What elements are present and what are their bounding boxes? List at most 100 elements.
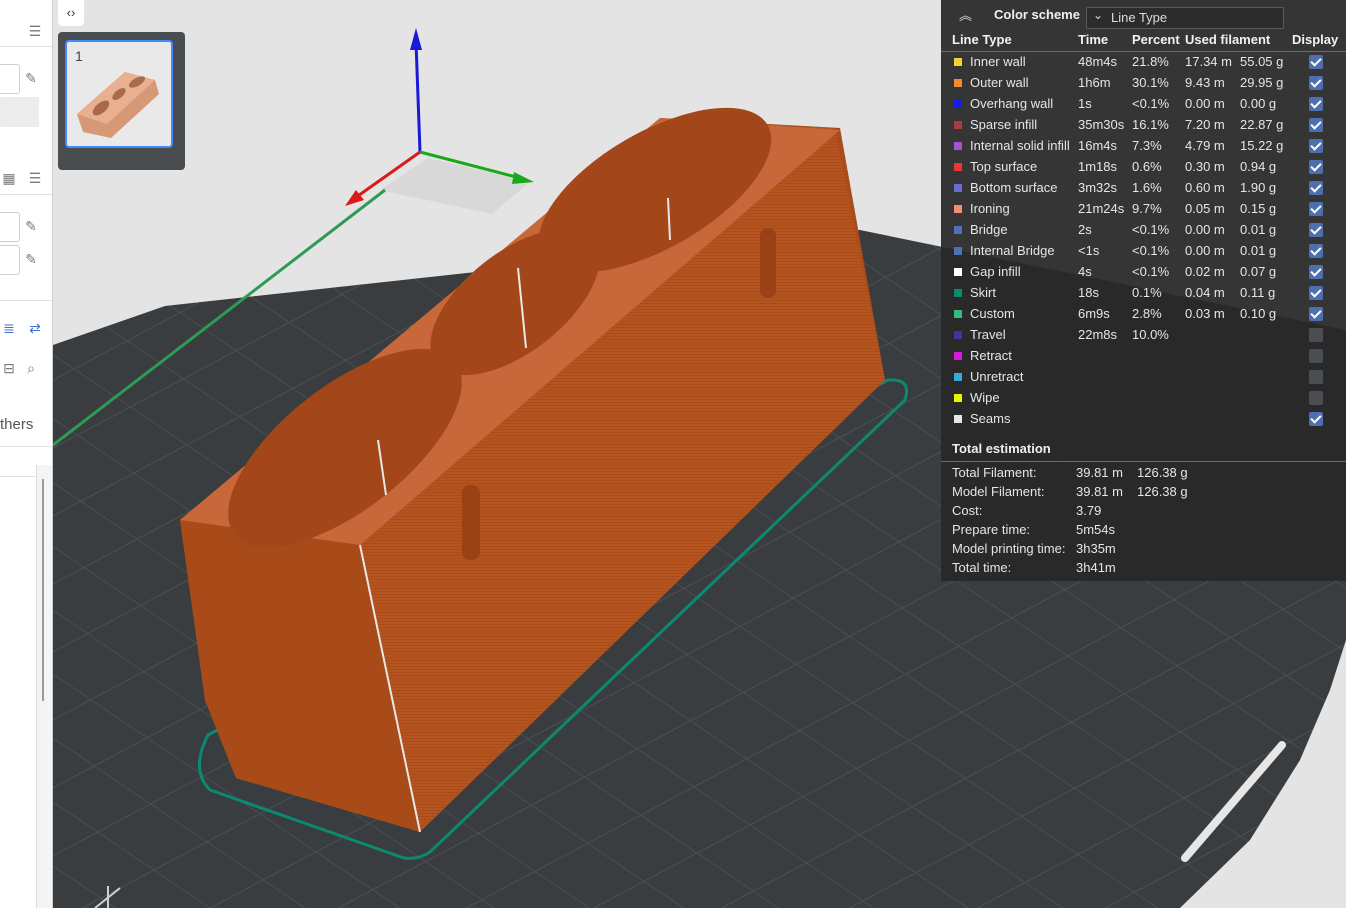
total-row: Cost: 3.79 xyxy=(952,503,1332,522)
line-type-name: Outer wall xyxy=(970,75,1029,90)
percent-value: 9.7% xyxy=(1132,201,1162,216)
search-icon[interactable]: ⌕ xyxy=(22,360,40,376)
percent-value: 7.3% xyxy=(1132,138,1162,153)
total-value: 3h41m xyxy=(1076,560,1116,575)
time-value: 4s xyxy=(1078,264,1092,279)
display-checkbox[interactable] xyxy=(1309,118,1323,132)
display-checkbox[interactable] xyxy=(1309,265,1323,279)
edit-icon[interactable]: ✎ xyxy=(22,218,40,234)
hook-feature xyxy=(760,228,776,298)
time-value: 18s xyxy=(1078,285,1099,300)
display-checkbox[interactable] xyxy=(1309,307,1323,321)
sidebar-scrollbar[interactable] xyxy=(36,465,52,908)
legend-row: Bottom surface 3m32s 1.6% 0.60 m 1.90 g xyxy=(941,178,1346,199)
legend-color-swatch xyxy=(954,184,962,192)
legend-row: Bridge 2s <0.1% 0.00 m 0.01 g xyxy=(941,220,1346,241)
length-value: 0.00 m xyxy=(1185,96,1225,111)
display-checkbox[interactable] xyxy=(1309,412,1323,426)
divider xyxy=(0,194,52,195)
collapse-legend-icon[interactable]: ︽ xyxy=(959,5,972,24)
length-value: 17.34 m xyxy=(1185,54,1232,69)
column-header-time: Time xyxy=(1078,32,1109,47)
legend-color-swatch xyxy=(954,247,962,255)
weight-value: 55.05 g xyxy=(1240,54,1284,69)
color-scheme-select[interactable]: ⌄ Line Type xyxy=(1086,7,1284,29)
length-value: 0.04 m xyxy=(1185,285,1225,300)
tab-others-label[interactable]: thers xyxy=(0,416,33,433)
length-value: 0.00 m xyxy=(1185,243,1225,258)
legend-color-swatch xyxy=(954,352,962,360)
legend-row: Gap infill 4s <0.1% 0.02 m 0.07 g xyxy=(941,262,1346,283)
time-value: 35m30s xyxy=(1078,117,1125,132)
column-header-used-filament: Used filament xyxy=(1185,32,1271,47)
display-checkbox[interactable] xyxy=(1309,349,1323,363)
calendar-settings-icon[interactable]: ▦ xyxy=(0,170,18,186)
line-type-name: Seams xyxy=(970,411,1011,426)
legend-color-swatch xyxy=(954,415,962,423)
setting-field[interactable] xyxy=(0,64,20,94)
legend-row: Retract xyxy=(941,346,1346,367)
line-type-name: Gap infill xyxy=(970,264,1021,279)
total-value: 39.81 m xyxy=(1076,465,1123,480)
time-value: 3m32s xyxy=(1078,180,1118,195)
line-type-name: Retract xyxy=(970,348,1012,363)
length-value: 4.79 m xyxy=(1185,138,1225,153)
legend-color-swatch xyxy=(954,142,962,150)
line-type-name: Ironing xyxy=(970,201,1010,216)
legend-color-swatch xyxy=(954,268,962,276)
left-sidebar: ☰ ✎ ▦ ☰ ✎ ✎ ≣ ⇄ ⊟ ⌕ thers xyxy=(0,0,53,908)
edit-icon[interactable]: ✎ xyxy=(22,251,40,267)
display-checkbox[interactable] xyxy=(1309,223,1323,237)
legend-color-swatch xyxy=(954,331,962,339)
display-checkbox[interactable] xyxy=(1309,244,1323,258)
plate-preview-image xyxy=(77,72,159,138)
display-checkbox[interactable] xyxy=(1309,55,1323,69)
collapse-icon[interactable]: ⊟ xyxy=(0,360,18,376)
display-checkbox[interactable] xyxy=(1309,139,1323,153)
list-icon[interactable]: ≣ xyxy=(0,320,18,336)
collapse-sidebar-button[interactable]: ‹› xyxy=(58,0,84,26)
legend-color-swatch xyxy=(954,394,962,402)
edit-icon[interactable]: ✎ xyxy=(22,70,40,86)
length-value: 0.05 m xyxy=(1185,201,1225,216)
time-value: 16m4s xyxy=(1078,138,1118,153)
settings-sliders-icon[interactable]: ☰ xyxy=(26,23,44,39)
percent-value: 0.1% xyxy=(1132,285,1162,300)
display-checkbox[interactable] xyxy=(1309,181,1323,195)
total-value: 39.81 m xyxy=(1076,484,1123,499)
total-value: 3h35m xyxy=(1076,541,1116,556)
line-type-name: Wipe xyxy=(970,390,1000,405)
time-value: 1h6m xyxy=(1078,75,1111,90)
plate-thumbnail[interactable]: 1 xyxy=(65,40,173,148)
legend-row: Outer wall 1h6m 30.1% 9.43 m 29.95 g xyxy=(941,73,1346,94)
setting-field[interactable] xyxy=(0,212,20,242)
display-checkbox[interactable] xyxy=(1309,202,1323,216)
scrollbar-thumb[interactable] xyxy=(42,479,44,701)
divider xyxy=(0,446,52,447)
length-value: 0.60 m xyxy=(1185,180,1225,195)
display-checkbox[interactable] xyxy=(1309,286,1323,300)
compare-icon[interactable]: ⇄ xyxy=(26,320,44,336)
display-checkbox[interactable] xyxy=(1309,328,1323,342)
display-checkbox[interactable] xyxy=(1309,370,1323,384)
percent-value: <0.1% xyxy=(1132,243,1170,258)
color-scheme-label: Color scheme xyxy=(994,7,1080,22)
length-value: 7.20 m xyxy=(1185,117,1225,132)
display-checkbox[interactable] xyxy=(1309,391,1323,405)
display-checkbox[interactable] xyxy=(1309,160,1323,174)
legend-color-swatch xyxy=(954,205,962,213)
settings-sliders-icon[interactable]: ☰ xyxy=(26,170,44,186)
time-value: 2s xyxy=(1078,222,1092,237)
display-checkbox[interactable] xyxy=(1309,97,1323,111)
legend-color-swatch xyxy=(954,310,962,318)
chevron-down-icon: ⌄ xyxy=(1093,8,1104,22)
column-header-display: Display xyxy=(1292,32,1339,47)
length-value: 0.30 m xyxy=(1185,159,1225,174)
legend-color-swatch xyxy=(954,163,962,171)
total-value-secondary: 126.38 g xyxy=(1137,484,1188,499)
display-checkbox[interactable] xyxy=(1309,76,1323,90)
setting-field[interactable] xyxy=(0,245,20,275)
weight-value: 0.10 g xyxy=(1240,306,1277,321)
total-label: Model Filament: xyxy=(952,484,1045,499)
weight-value: 0.00 g xyxy=(1240,96,1277,111)
